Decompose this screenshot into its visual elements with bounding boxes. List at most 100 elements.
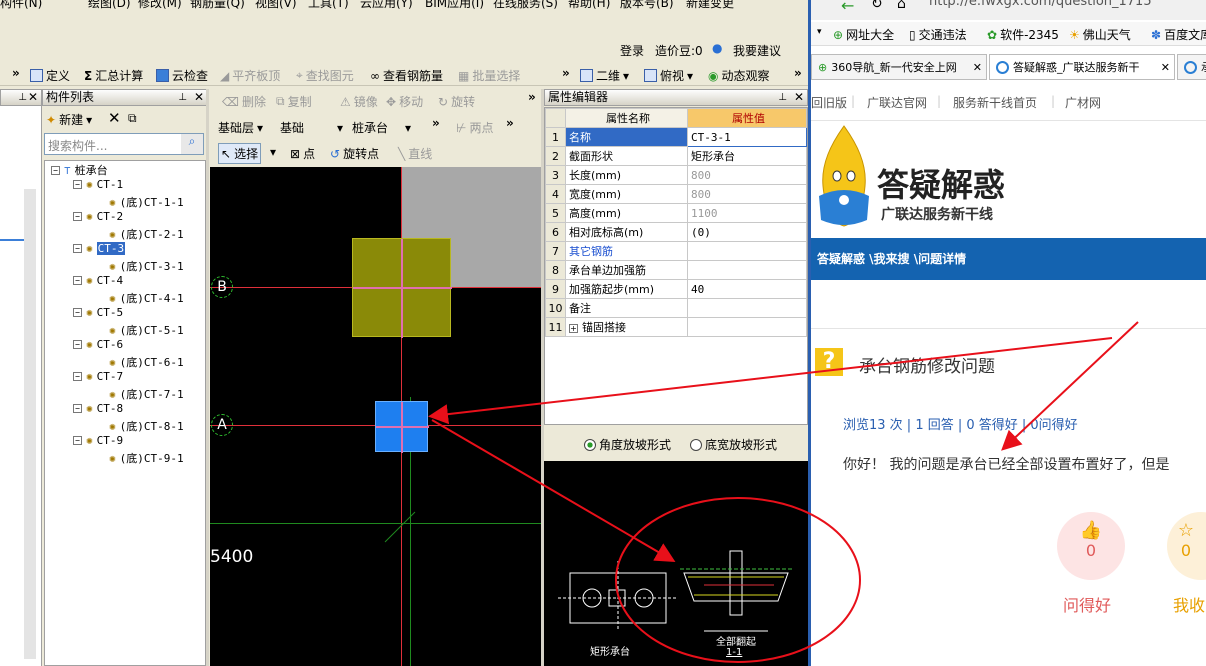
fav-weather[interactable]: ☀ 佛山天气 <box>1069 26 1131 43</box>
fav-traffic[interactable]: ▯ 交通违法 <box>909 26 967 43</box>
property-row[interactable]: 7 其它钢筋 <box>545 241 807 261</box>
tree-subitem[interactable]: ✺ (底)CT-1-1 <box>109 194 184 210</box>
dynamic-view-button[interactable]: ◉ 动态观察 <box>708 67 770 84</box>
expand-chevron-icon[interactable]: » <box>12 66 20 80</box>
tree-item[interactable]: − ✺ CT-8 <box>73 402 123 415</box>
collapse-icon[interactable]: − <box>73 404 82 413</box>
tree-subitem[interactable]: ✺ (底)CT-4-1 <box>109 290 184 306</box>
breadcrumb[interactable]: 答疑解惑 \我来搜 \问题详情 <box>817 250 966 267</box>
new-component-button[interactable]: ✦ 新建 ▾ <box>46 111 92 128</box>
tree-root[interactable]: − ⊤ 桩承台 <box>51 162 108 178</box>
menu-new-change[interactable]: 新建变更 <box>686 0 734 11</box>
cad-canvas[interactable]: B A 5400 <box>210 167 541 666</box>
collapse-icon[interactable]: − <box>73 436 82 445</box>
mirror-button[interactable]: ⚠ 镜像 <box>340 93 378 110</box>
point-button[interactable]: ⊠ 点 <box>290 145 315 162</box>
property-row[interactable]: 1 名称 CT-3-1 <box>545 127 807 147</box>
find-element-button[interactable]: ⌖ 查找图元 <box>296 67 354 84</box>
property-value[interactable] <box>687 260 807 280</box>
batch-select-button[interactable]: ▦ 批量选择 <box>458 67 520 84</box>
collapse-icon[interactable]: − <box>73 180 82 189</box>
flush-top-button[interactable]: ◢ 平齐板顶 <box>220 67 280 84</box>
dropdown-arrow-icon[interactable]: ▾ <box>270 145 276 159</box>
rotate-button[interactable]: ↻ 旋转 <box>438 93 475 110</box>
property-value[interactable] <box>687 317 807 337</box>
dropdown-arrow-icon[interactable]: ▾ <box>817 27 822 37</box>
menu-draw[interactable]: 绘图(D) <box>88 0 131 11</box>
menu-modify[interactable]: 修改(M) <box>138 0 182 11</box>
property-row[interactable]: 3 长度(mm) 800 <box>545 165 807 185</box>
tab-third[interactable]: 承 <box>1177 54 1206 80</box>
more-chevron-icon[interactable]: » <box>506 116 514 130</box>
menu-component[interactable]: 构件(N) <box>0 0 42 11</box>
copy-icon[interactable]: ⧉ <box>128 111 137 126</box>
tree-item[interactable]: − ✺ CT-6 <box>73 338 123 351</box>
tree-subitem[interactable]: ✺ (底)CT-6-1 <box>109 354 184 370</box>
top-view-dropdown[interactable]: 俯视 ▾ <box>644 67 693 84</box>
pile-cap-ct-large[interactable] <box>352 238 452 338</box>
property-value[interactable] <box>687 298 807 318</box>
refresh-icon[interactable]: ↻ <box>871 0 883 12</box>
menu-tools[interactable]: 工具(T) <box>308 0 349 11</box>
favorite-button[interactable]: ☆ 0 <box>1167 512 1206 580</box>
view-rebar-button[interactable]: ∞ 查看钢筋量 <box>370 67 443 84</box>
splitter[interactable] <box>206 89 209 666</box>
back-icon[interactable]: ← <box>841 0 854 15</box>
menu-rebar[interactable]: 钢筋量(Q) <box>190 0 245 11</box>
property-row[interactable]: 11 + 锚固搭接 <box>545 317 807 337</box>
collapse-icon[interactable]: − <box>51 165 60 175</box>
tab-close-icon[interactable]: ✕ <box>973 61 982 74</box>
property-value[interactable]: (0) <box>687 222 807 242</box>
two-point-button[interactable]: ⊬ 两点 <box>456 119 493 136</box>
copy-button[interactable]: ⧉ 复制 <box>276 93 312 110</box>
nav-material[interactable]: 广材网 <box>1065 94 1101 111</box>
tree-item[interactable]: − ✺ CT-9 <box>73 434 123 447</box>
property-row[interactable]: 8 承台单边加强筋 <box>545 260 807 280</box>
move-button[interactable]: ✥ 移动 <box>386 93 423 110</box>
tree-item[interactable]: − ✺ CT-2 <box>73 210 123 223</box>
menu-cloud[interactable]: 云应用(Y) <box>360 0 413 11</box>
define-button[interactable]: 定义 <box>30 67 70 84</box>
tree-item[interactable]: − ✺ CT-4 <box>73 274 123 287</box>
menu-help[interactable]: 帮助(H) <box>568 0 610 11</box>
property-value[interactable] <box>687 241 807 261</box>
menu-view[interactable]: 视图(V) <box>255 0 297 11</box>
url-field[interactable]: http://e.fwxgx.com/question_1715 <box>929 0 1152 9</box>
expand-icon[interactable]: + <box>569 324 578 333</box>
more-chevron-icon[interactable]: » <box>562 66 570 80</box>
property-row[interactable]: 10 备注 <box>545 298 807 318</box>
close-icon[interactable]: ✕ <box>194 90 204 105</box>
collapse-icon[interactable]: − <box>73 372 82 381</box>
pile-cap-ct-3-selected[interactable] <box>375 401 429 453</box>
tab-close-icon[interactable]: ✕ <box>1161 61 1170 74</box>
property-value[interactable]: 800 <box>687 184 807 204</box>
tree-item[interactable]: − ✺ CT-1 <box>73 178 123 191</box>
delete-button[interactable]: ⌫ 删除 <box>222 93 266 110</box>
more-chevron-icon[interactable]: » <box>432 116 440 130</box>
property-row[interactable]: 9 加强筋起步(mm) 40 <box>545 279 807 299</box>
view-2d-dropdown[interactable]: 二维 ▾ <box>580 67 629 84</box>
property-row[interactable]: 2 截面形状 矩形承台 <box>545 146 807 166</box>
bell-icon[interactable]: ● <box>712 41 722 55</box>
type-select[interactable]: 桩承台 ▾ <box>352 119 411 136</box>
good-question-button[interactable]: 👍 0 <box>1057 512 1125 580</box>
collapse-icon[interactable]: − <box>73 308 82 317</box>
tab-360[interactable]: ⊕ 360导航_新一代安全上网 ✕ <box>811 54 987 80</box>
tree-subitem[interactable]: ✺ (底)CT-2-1 <box>109 226 184 242</box>
property-row[interactable]: 4 宽度(mm) 800 <box>545 184 807 204</box>
pin-icon[interactable]: ⊥ <box>178 90 187 105</box>
more-chevron-icon[interactable]: » <box>528 90 536 104</box>
menu-online[interactable]: 在线服务(S) <box>493 0 558 11</box>
property-value[interactable]: 矩形承台 <box>687 146 807 166</box>
tree-item[interactable]: − ✺ CT-5 <box>73 306 123 319</box>
cloud-check-button[interactable]: 云检查 <box>156 67 208 84</box>
menu-version[interactable]: 版本号(B) <box>620 0 674 11</box>
tree-subitem[interactable]: ✺ (底)CT-7-1 <box>109 386 184 402</box>
fav-daquan[interactable]: ⊕ 网址大全 <box>833 26 894 43</box>
property-value[interactable]: 800 <box>687 165 807 185</box>
fav-wenku[interactable]: ✽百度文库 <box>1151 26 1206 43</box>
pin-icon[interactable]: ⊥ <box>18 90 27 105</box>
tree-subitem[interactable]: ✺ (底)CT-8-1 <box>109 418 184 434</box>
floor-select[interactable]: 基础层 ▾ <box>218 119 263 136</box>
more-chevron-icon[interactable]: » <box>794 66 802 80</box>
